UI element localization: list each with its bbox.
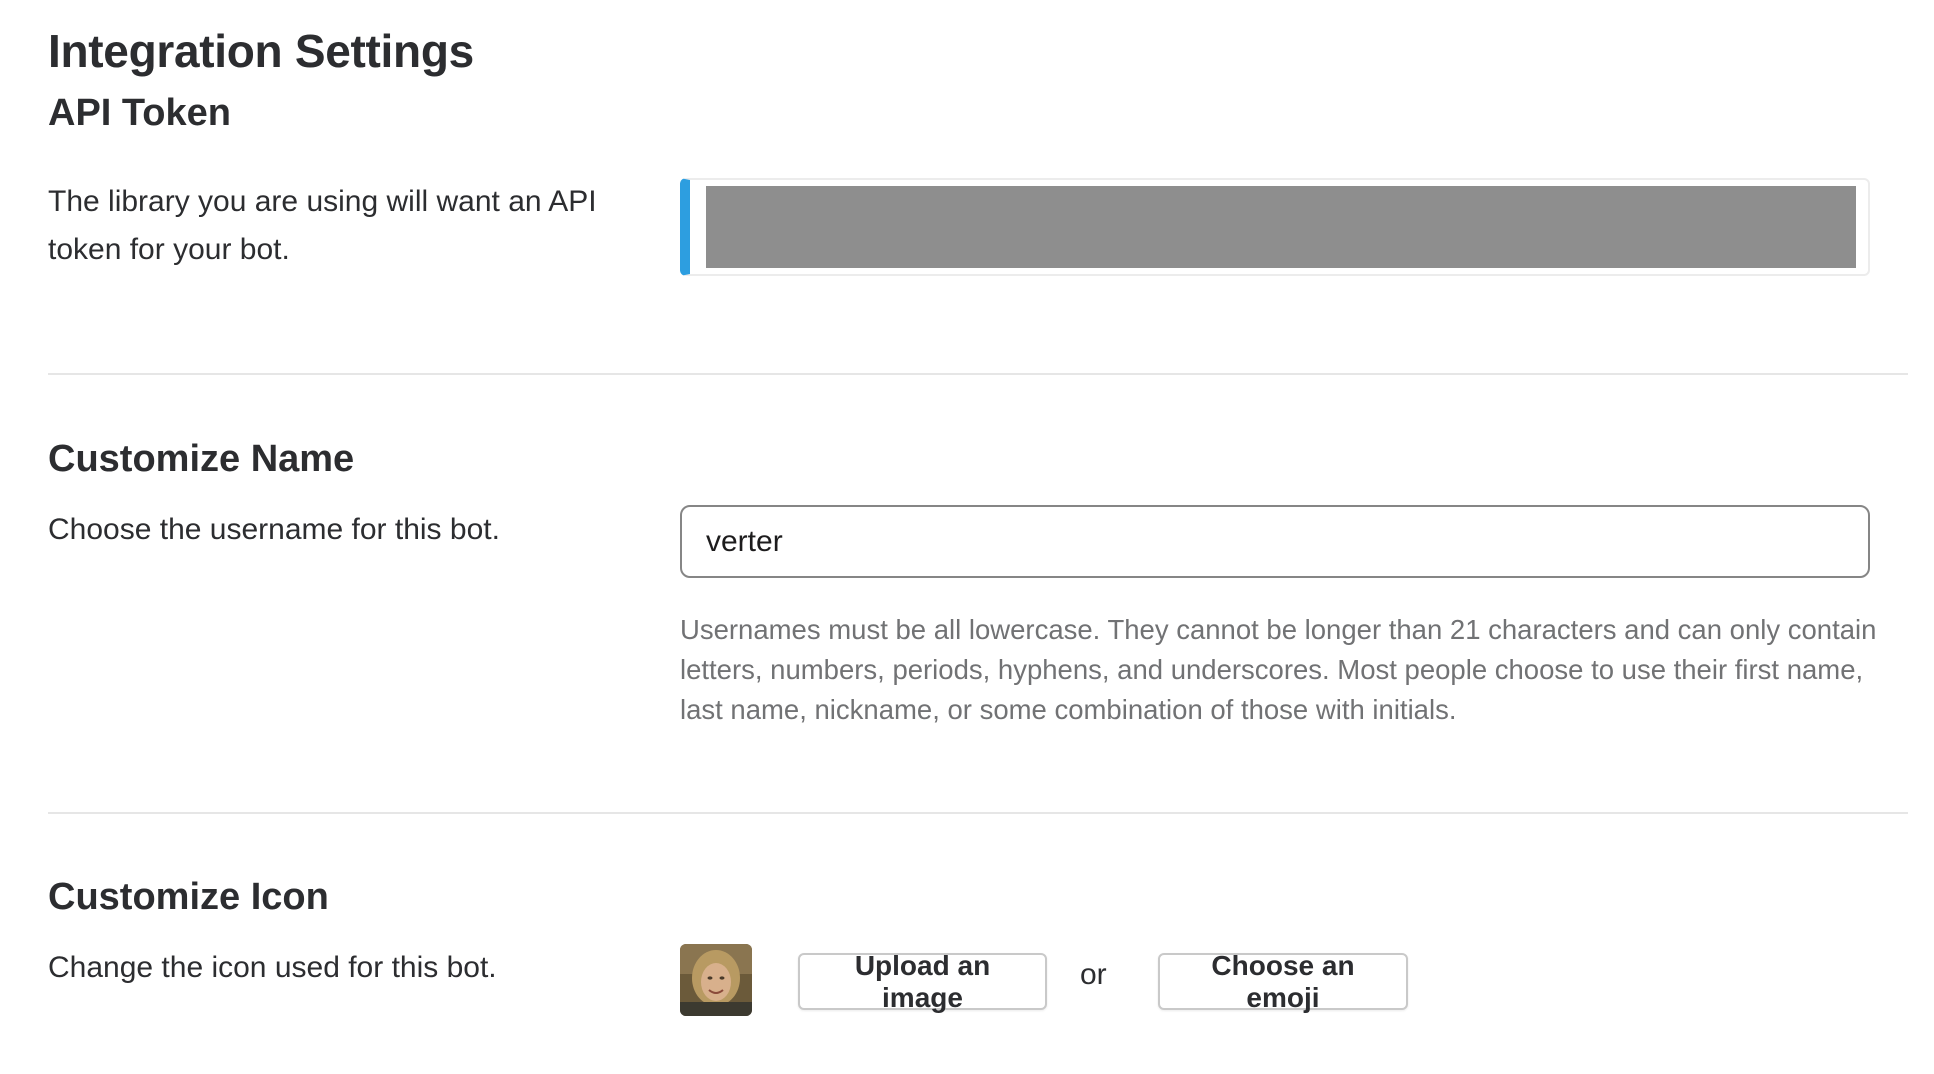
api-token-section: API Token The library you are using will… xyxy=(48,92,1908,266)
api-token-title: API Token xyxy=(48,92,231,134)
or-separator: or xyxy=(1080,958,1107,991)
customize-name-description: Choose the username for this bot. xyxy=(48,513,500,546)
choose-emoji-button[interactable]: Choose an emoji xyxy=(1158,950,1408,1013)
api-token-field[interactable] xyxy=(680,178,1870,276)
api-token-redacted xyxy=(706,186,1856,268)
customize-icon-title: Customize Icon xyxy=(48,876,329,918)
section-divider xyxy=(48,812,1908,814)
bot-avatar xyxy=(680,944,752,1016)
username-hint: Usernames must be all lowercase. They ca… xyxy=(680,614,1877,725)
username-input[interactable] xyxy=(680,505,1870,578)
api-token-description: The library you are using will want an A… xyxy=(48,185,597,266)
avatar-image xyxy=(680,944,752,1016)
customize-name-section: Customize Name Choose the username for t… xyxy=(48,438,1908,546)
upload-image-button[interactable]: Upload an image xyxy=(798,950,1047,1013)
customize-icon-section: Customize Icon Change the icon used for … xyxy=(48,876,1908,984)
customize-icon-description: Change the icon used for this bot. xyxy=(48,951,497,984)
page-title: Integration Settings xyxy=(48,25,474,77)
customize-name-title: Customize Name xyxy=(48,438,355,480)
integration-settings-page: Integration Settings API Token The libra… xyxy=(0,0,1934,1074)
section-divider xyxy=(48,373,1908,375)
